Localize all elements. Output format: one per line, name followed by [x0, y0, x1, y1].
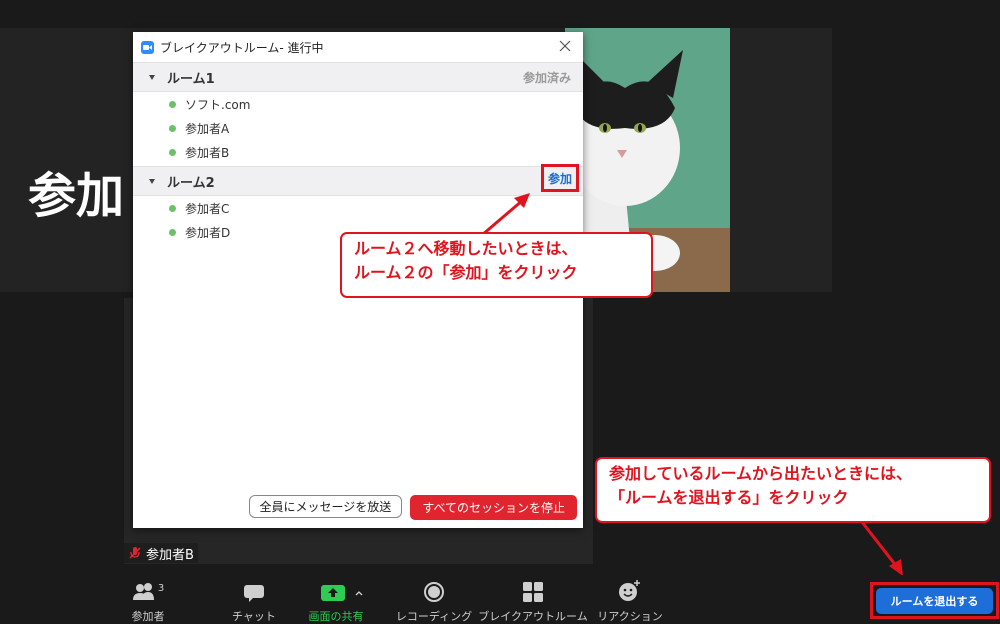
share-screen-button[interactable]: 画面の共有	[308, 575, 378, 624]
leave-room-button[interactable]: ルームを退出する	[876, 588, 993, 614]
breakout-rooms-icon	[523, 582, 543, 602]
chat-button[interactable]: チャット	[228, 575, 280, 624]
chat-label: チャット	[232, 610, 276, 623]
record-label: レコーディング	[395, 610, 473, 623]
reactions-label: リアクション	[597, 610, 663, 623]
share-screen-label: 画面の共有	[308, 610, 364, 623]
callout-text: 「ルームを退出する」をクリック	[609, 488, 849, 507]
share-screen-icon	[321, 585, 345, 601]
participants-count: 3	[157, 583, 165, 594]
meeting-toolbar: 3 参加者 チャット 画面の共有 レコーディング ブレイクアウトルーム リアクシ…	[0, 575, 1000, 623]
breakout-rooms-button[interactable]: ブレイクアウトルーム	[478, 575, 588, 624]
callout-text: ルーム２へ移動したいときは、	[354, 239, 578, 258]
callout-join-room: ルーム２へ移動したいときは、 ルーム２の「参加」をクリック	[340, 232, 653, 298]
annotation-arrows	[481, 193, 903, 576]
emoji-icon	[619, 580, 640, 601]
chevron-up-icon[interactable]	[352, 583, 366, 603]
breakout-rooms-label: ブレイクアウトルーム	[478, 610, 588, 623]
reactions-button[interactable]: リアクション	[597, 575, 663, 624]
callout-text: 参加しているルームから出たいときには、	[609, 464, 913, 483]
chat-icon	[244, 585, 264, 602]
callout-leave-room: 参加しているルームから出たいときには、 「ルームを退出する」をクリック	[595, 457, 991, 523]
record-icon	[424, 582, 444, 602]
participants-label: 参加者	[131, 610, 165, 623]
participants-button[interactable]: 3 参加者	[124, 575, 172, 624]
record-button[interactable]: レコーディング	[396, 575, 472, 624]
callout-text: ルーム２の「参加」をクリック	[354, 263, 578, 282]
